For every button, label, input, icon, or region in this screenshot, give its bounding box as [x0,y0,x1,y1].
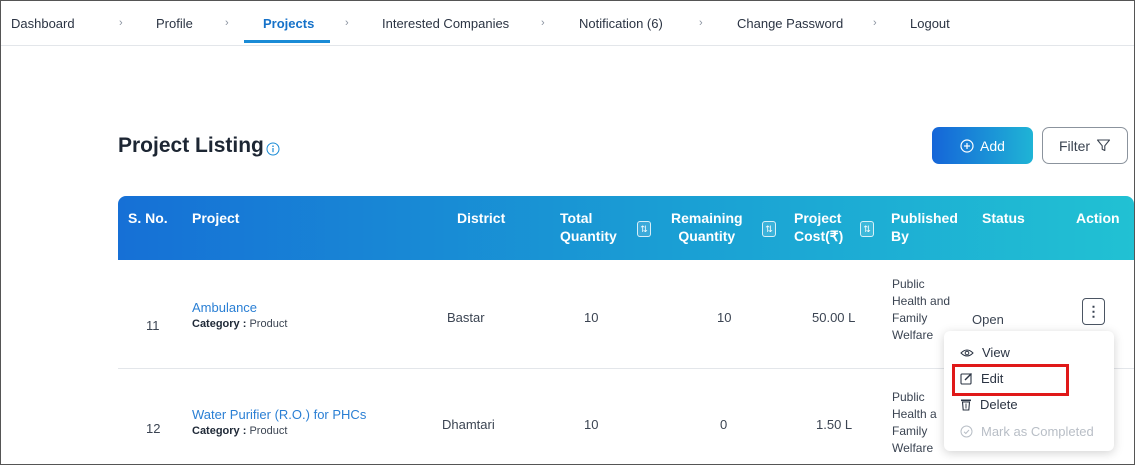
col-header-cost-line2: Cost(₹) [794,228,844,244]
breadcrumb-separator: › [873,17,877,29]
published-line: Family [892,311,928,325]
col-header-total-quantity: Total Quantity [560,209,617,245]
add-button-label: Add [980,137,1005,154]
category-value: Product [249,425,288,437]
col-header-sno: S. No. [128,210,168,226]
edit-highlight-box [952,364,1069,396]
col-header-remaining-line1: Remaining [671,210,743,226]
published-line: Family [892,424,928,438]
cell-remaining-quantity: 0 [720,417,728,432]
project-category: Category : Product [192,318,287,330]
nav-notification[interactable]: Notification (6) [579,1,663,45]
table-header: S. No. Project District Total Quantity ⇅… [118,196,1134,260]
filter-button-label: Filter [1058,137,1091,154]
project-link[interactable]: Ambulance [192,300,257,315]
cell-published-by: Public Health a Family Welfare [892,389,937,457]
plus-circle-icon [960,138,974,153]
published-line: Health and [892,294,951,308]
trash-icon [961,399,971,411]
info-icon[interactable] [266,142,280,156]
published-line: Welfare [892,328,934,342]
menu-item-view[interactable]: View [960,345,1010,360]
cell-status: Open [972,312,1004,327]
filter-button[interactable]: Filter [1042,127,1128,164]
breadcrumb-separator: › [699,17,703,29]
active-tab-indicator [244,40,330,43]
col-header-published-line2: By [891,228,909,244]
col-header-action: Action [1076,210,1120,226]
cell-sno: 12 [146,421,161,436]
row-actions-kebab-button[interactable]: ⋮ [1082,298,1105,325]
col-header-published-line1: Published [891,210,958,226]
page-title: Project Listing [118,134,264,157]
eye-icon [960,349,974,356]
published-line: Health a [892,407,937,421]
category-label: Category : [192,318,247,330]
nav-dashboard[interactable]: Dashboard [11,1,75,45]
cell-total-quantity: 10 [584,310,599,325]
menu-item-view-label: View [982,345,1010,360]
sort-icon[interactable]: ⇅ [637,221,651,237]
breadcrumb-separator: › [119,17,123,29]
category-value: Product [249,318,288,330]
col-header-cost-line1: Project [794,210,842,226]
col-header-district: District [457,210,506,226]
project-category: Category : Product [192,425,287,437]
add-button[interactable]: Add [932,127,1033,164]
cell-sno: 11 [146,318,160,333]
col-header-status: Status [982,210,1025,226]
check-circle-icon [960,425,973,438]
cell-district: Dhamtari [442,417,495,432]
cell-project-cost: 1.50 L [816,417,853,432]
nav-profile[interactable]: Profile [156,1,193,45]
published-line: Public [892,390,925,404]
nav-projects[interactable]: Projects [263,1,314,45]
breadcrumb-separator: › [225,17,229,29]
cell-remaining-quantity: 10 [717,310,732,325]
cell-district: Bastar [447,310,485,325]
published-line: Welfare [892,441,934,455]
filter-funnel-icon [1097,139,1111,152]
published-line: Public [892,277,925,291]
col-header-total-line2: Quantity [560,228,617,244]
cell-total-quantity: 10 [584,417,599,432]
top-nav: Dashboard › Profile › Projects › Interes… [1,1,1134,46]
cell-project-cost: 50.00 L [812,310,856,325]
menu-item-delete-label: Delete [980,397,1018,412]
col-header-published-by: Published By [891,209,958,245]
sort-icon[interactable]: ⇅ [860,221,874,237]
category-label: Category : [192,425,247,437]
menu-item-mark-completed: Mark as Completed [960,424,1094,439]
menu-item-mark-completed-label: Mark as Completed [981,424,1094,439]
sort-icon[interactable]: ⇅ [762,221,776,237]
nav-logout[interactable]: Logout [910,1,950,45]
nav-change-password[interactable]: Change Password [737,1,843,45]
col-header-project-cost: Project Cost(₹) [794,209,843,245]
breadcrumb-separator: › [541,17,545,29]
cell-published-by: Public Health and Family Welfare [892,276,950,344]
menu-item-delete[interactable]: Delete [960,397,1018,412]
nav-interested-companies[interactable]: Interested Companies [382,1,509,45]
col-header-remaining-line2: Quantity [678,228,736,244]
col-header-total-line1: Total [560,210,593,226]
project-link[interactable]: Water Purifier (R.O.) for PHCs [192,407,366,422]
col-header-project: Project [192,210,240,226]
breadcrumb-separator: › [345,17,349,29]
col-header-remaining-quantity: Remaining Quantity [671,209,743,245]
